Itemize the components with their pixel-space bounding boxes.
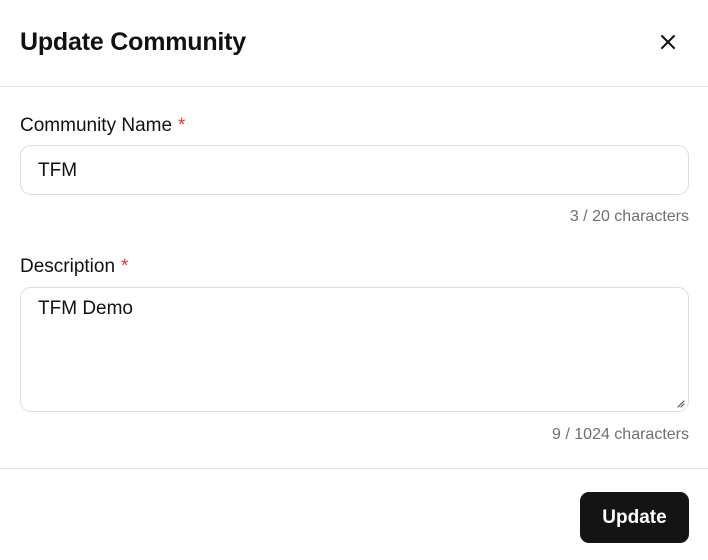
description-label-text: Description [20,256,116,277]
required-mark: * [121,256,129,277]
close-icon [661,35,675,49]
description-value: TFM Demo [38,298,133,319]
description-textarea[interactable]: TFM Demo [20,287,689,412]
required-mark: * [178,115,186,136]
community-name-value: TFM [38,160,78,181]
close-button[interactable] [654,28,682,56]
community-name-label: Community Name * [20,115,185,137]
update-button[interactable]: Update [580,492,689,543]
resize-handle-icon[interactable] [675,398,685,408]
description-counter: 9 / 1024 characters [552,426,689,443]
update-community-dialog: Update Community Community Name * TFM 3 /… [0,0,708,560]
community-name-counter: 3 / 20 characters [569,208,689,225]
dialog-header: Update Community [0,0,708,87]
community-name-input[interactable]: TFM [20,145,689,195]
footer-divider [0,468,708,469]
community-name-label-text: Community Name [20,115,173,136]
description-label: Description * [20,256,128,278]
dialog-title: Update Community [20,28,246,56]
